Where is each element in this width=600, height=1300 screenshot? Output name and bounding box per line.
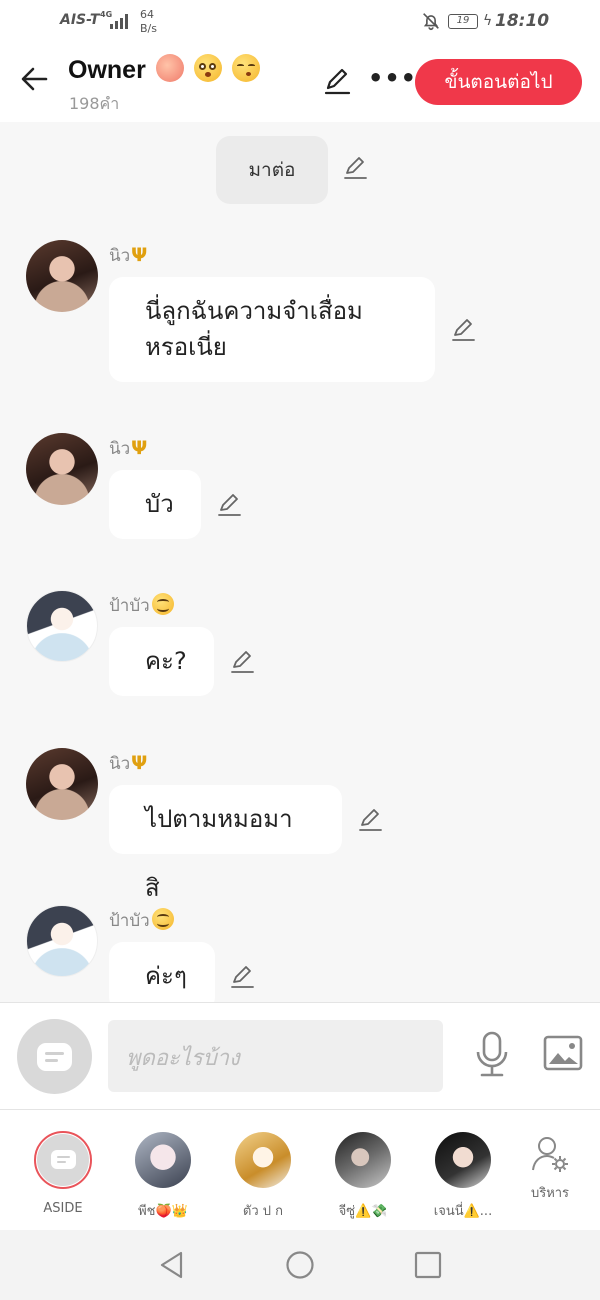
trident-icon: Ψ (131, 244, 148, 266)
user-settings-icon (532, 1137, 568, 1172)
character-item[interactable]: จีซู่⚠️💸 (318, 1132, 408, 1221)
system-nav-bar (0, 1230, 600, 1300)
trident-icon: Ψ (131, 437, 148, 459)
edit-title-icon[interactable] (322, 66, 352, 96)
edit-message-icon[interactable] (450, 316, 476, 342)
page-title: Owner (68, 54, 260, 85)
message-bubble[interactable]: ไปตามหมอมาสิ (109, 785, 342, 902)
carrier-label: AIS-T (60, 12, 100, 28)
status-bar: AIS-T 4G 64 B/s 19 ϟ 18:10 (0, 0, 600, 46)
character-avatar (235, 1132, 291, 1188)
character-label: พีช🍑👑 (138, 1204, 188, 1219)
flushed-face-emoji-icon (193, 54, 222, 82)
input-bar: พูดอะไรบ้าง (0, 1002, 600, 1110)
message-bubble[interactable]: คะ? (109, 627, 214, 696)
edit-message-icon[interactable] (229, 963, 255, 989)
next-step-button[interactable]: ขั้นตอนต่อไป (415, 59, 582, 105)
edit-message-icon[interactable] (357, 806, 383, 832)
character-avatar (335, 1132, 391, 1188)
kissing-face-emoji-icon (231, 54, 260, 82)
speaker-name: ป้าบัว (109, 592, 174, 619)
home-circle-icon[interactable] (285, 1250, 315, 1280)
smiling-face-icon (151, 593, 174, 615)
aside-toggle-button[interactable] (17, 1019, 92, 1094)
character-item[interactable]: เจนนี่⚠️... (418, 1132, 508, 1221)
back-triangle-icon[interactable] (157, 1250, 187, 1280)
chat-area[interactable]: มาต่อ นิวΨ นี่ลูกฉันความจำเสื่อม หรอเนี่… (0, 122, 600, 1002)
edit-message-icon[interactable] (216, 491, 242, 517)
message-input[interactable]: พูดอะไรบ้าง (108, 1020, 443, 1092)
chat-bubble-icon (51, 1150, 76, 1169)
character-item[interactable]: ตัว ป ก (218, 1132, 308, 1221)
manage-label: บริหาร (530, 1186, 570, 1201)
speaker-name: นิวΨ (109, 752, 148, 774)
back-arrow-icon[interactable] (18, 62, 52, 96)
niw-avatar[interactable] (26, 240, 98, 312)
smiling-face-icon (151, 908, 174, 930)
word-count: 198คำ (69, 94, 120, 113)
story-header: Owner 198คำ ••• ขั้นตอนต่อไป (0, 46, 600, 122)
edit-message-icon[interactable] (342, 154, 368, 180)
speaker-name: นิวΨ (109, 244, 148, 266)
speaker-name: นิวΨ (109, 437, 148, 459)
character-label: จีซู่⚠️💸 (338, 1204, 388, 1219)
character-label: ตัว ป ก (242, 1204, 284, 1219)
clock: 18:10 (495, 11, 550, 31)
character-label: ASIDE (43, 1201, 83, 1216)
character-bar: ASIDE พีช🍑👑 ตัว ป ก จีซู่⚠️💸 เจนนี่⚠️...… (0, 1110, 600, 1230)
image-icon[interactable] (543, 1035, 583, 1071)
trident-icon: Ψ (131, 752, 148, 774)
peach-emoji-icon (155, 54, 184, 82)
input-placeholder: พูดอะไรบ้าง (126, 1046, 240, 1071)
title-text: Owner (68, 56, 146, 84)
message-bubble[interactable]: บัว (109, 470, 201, 539)
narration-bubble[interactable]: มาต่อ (216, 136, 328, 204)
battery-icon: 19 (448, 14, 478, 29)
edit-message-icon[interactable] (229, 648, 255, 674)
manage-characters-button[interactable]: บริหาร (520, 1134, 580, 1203)
niw-avatar[interactable] (26, 748, 98, 820)
network-speed: 64 B/s (140, 8, 157, 35)
character-item-aside[interactable]: ASIDE (18, 1131, 108, 1216)
aside-avatar (37, 1134, 89, 1186)
more-options-icon[interactable]: ••• (368, 64, 417, 92)
niw-avatar[interactable] (26, 433, 98, 505)
character-avatar (435, 1132, 491, 1188)
speaker-name: ป้าบัว (109, 907, 174, 934)
character-label: เจนนี่⚠️... (433, 1204, 493, 1219)
message-bubble[interactable]: ค่ะๆ (109, 942, 215, 1002)
microphone-icon[interactable] (474, 1031, 510, 1077)
paabua-avatar[interactable] (26, 590, 98, 662)
chat-bubble-icon (37, 1043, 72, 1071)
character-avatar (135, 1132, 191, 1188)
charging-icon: ϟ (483, 13, 493, 29)
character-item[interactable]: พีช🍑👑 (118, 1132, 208, 1221)
muted-bell-icon (423, 13, 439, 31)
paabua-avatar[interactable] (26, 905, 98, 977)
signal-icon (110, 13, 132, 29)
message-bubble[interactable]: นี่ลูกฉันความจำเสื่อม หรอเนี่ย (109, 277, 435, 382)
recents-square-icon[interactable] (413, 1250, 443, 1280)
